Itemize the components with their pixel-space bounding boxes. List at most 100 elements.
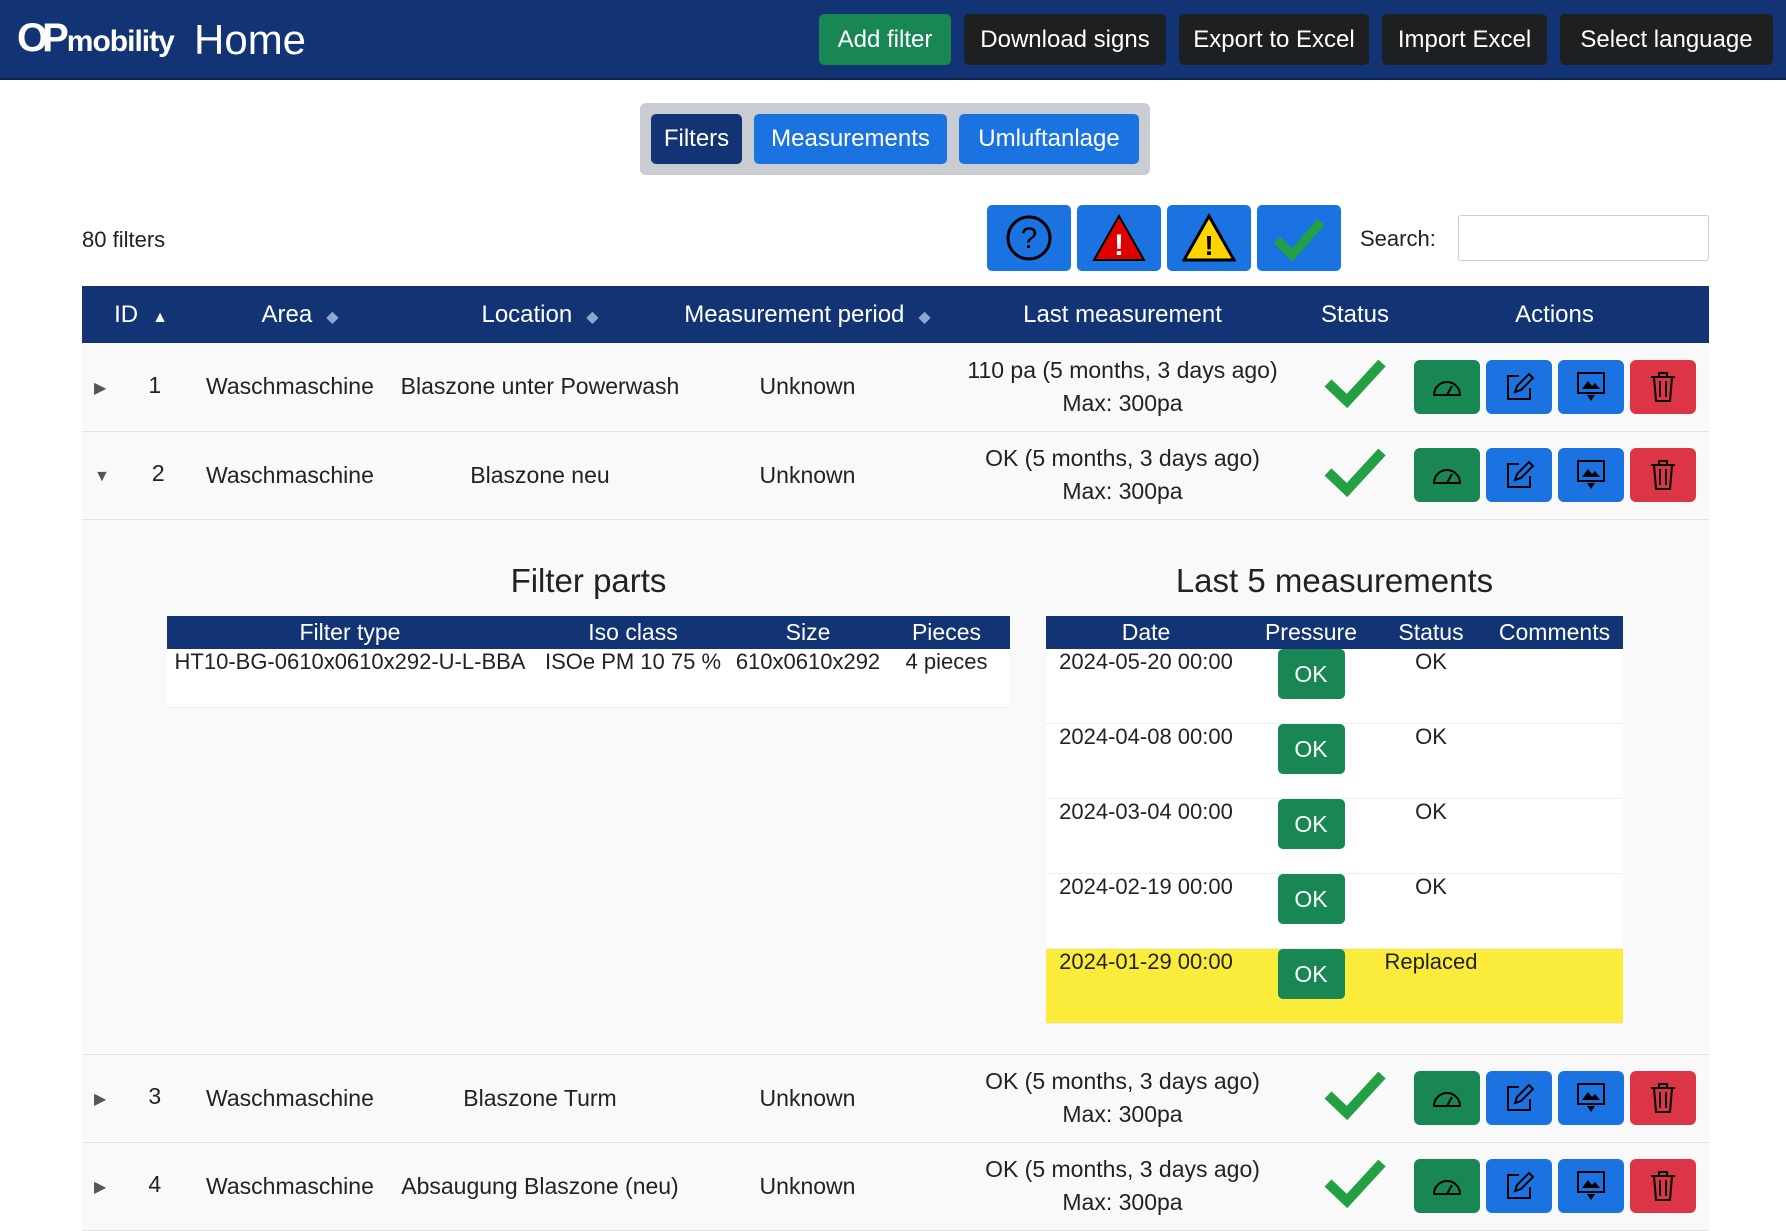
edit-button[interactable] <box>1485 359 1552 414</box>
measurement-date: 2024-01-29 00:00 <box>1046 948 1246 1024</box>
edit-icon <box>1506 1083 1534 1111</box>
tab-umluftanlage[interactable]: Umluftanlage <box>959 114 1139 164</box>
row-location: Absaugung Blaszone (neu) <box>400 1142 680 1231</box>
svg-text:!: ! <box>1204 230 1213 261</box>
pressure-badge: OK <box>1277 874 1345 924</box>
table-row[interactable]: ▶ 4 Waschmaschine Absaugung Blaszone (neu… <box>82 1142 1709 1231</box>
col-actions: Actions <box>1400 286 1709 343</box>
filter-detail: Filter parts Filter type Iso class Size Pie… <box>82 519 1709 1055</box>
tab-measurements[interactable]: Measurements <box>754 114 947 164</box>
trash-icon <box>1650 460 1675 490</box>
parts-row: HT10-BG-0610x0610x292-U-L-BBA ISOe PM 10 … <box>167 648 1010 708</box>
row-period: Unknown <box>680 1054 935 1143</box>
expand-toggle[interactable]: ▶ <box>94 1179 106 1196</box>
image-download-icon <box>1576 1171 1605 1200</box>
download-sign-button[interactable] <box>1557 359 1624 414</box>
filter-ok-button[interactable] <box>1257 205 1341 271</box>
measurement-status: Replaced <box>1376 948 1486 1024</box>
table-row[interactable]: ▼ 2 Waschmaschine Blaszone neu Unknown OK… <box>82 431 1709 520</box>
measure-button[interactable] <box>1413 359 1480 414</box>
table-row[interactable]: ▶ 1 Waschmaschine Blaszone unter Powerwas… <box>82 343 1709 432</box>
row-area: Waschmaschine <box>200 431 400 520</box>
add-filter-button[interactable]: Add filter <box>819 14 951 65</box>
measurement-comments <box>1486 948 1623 1024</box>
view-tabs: Filters Measurements Umluftanlage <box>640 103 1150 175</box>
parts-cell: ISOe PM 10 75 % <box>533 648 733 708</box>
delete-button[interactable] <box>1629 1071 1696 1125</box>
expand-toggle[interactable]: ▶ <box>94 1091 106 1108</box>
pressure-badge: OK <box>1277 724 1345 774</box>
meas-col: Date <box>1046 615 1246 649</box>
download-sign-button[interactable] <box>1557 1071 1624 1125</box>
ok-icon <box>1273 219 1325 262</box>
measurement-comments <box>1486 648 1623 724</box>
edit-button[interactable] <box>1485 448 1552 502</box>
download-sign-button[interactable] <box>1557 1159 1624 1213</box>
edit-icon <box>1506 1171 1534 1199</box>
trash-icon <box>1650 1171 1675 1201</box>
measurements-table: Date Pressure Status Comments 2024-05-20 00:… <box>1046 615 1623 1024</box>
measurement-status: OK <box>1376 798 1486 874</box>
edit-button[interactable] <box>1485 1071 1552 1125</box>
filter-error-button[interactable]: ! <box>1077 205 1161 271</box>
download-sign-button[interactable] <box>1557 448 1624 502</box>
measure-button[interactable] <box>1413 1071 1480 1125</box>
col-period[interactable]: Measurement period ◆ <box>680 286 935 343</box>
help-icon: ? <box>1006 215 1052 261</box>
col-id[interactable]: ID ▲ <box>82 286 200 343</box>
table-row[interactable]: ▶ 3 Waschmaschine Blaszone Turm Unknown O… <box>82 1054 1709 1143</box>
parts-cell: 4 pieces <box>883 648 1010 708</box>
parts-col: Pieces <box>883 615 1010 649</box>
page-title: Home <box>194 16 307 63</box>
measurement-status: OK <box>1376 723 1486 799</box>
filter-unknown-button[interactable]: ? <box>987 205 1071 271</box>
error-icon: ! <box>1092 213 1146 262</box>
warning-icon: ! <box>1182 213 1236 262</box>
parts-col: Filter type <box>167 615 533 649</box>
row-location: Blaszone neu <box>400 431 680 520</box>
export-excel-button[interactable]: Export to Excel <box>1179 14 1369 65</box>
filter-parts-title: Filter parts <box>510 561 667 599</box>
measurement-row: 2024-02-19 00:00 OK OK <box>1046 873 1623 949</box>
row-id: 1 <box>148 371 162 398</box>
row-id: 2 <box>151 460 165 486</box>
meas-col: Comments <box>1486 615 1623 649</box>
measure-button[interactable] <box>1413 1159 1480 1213</box>
meas-col: Status <box>1376 615 1486 649</box>
row-last-measurement: 110 pa (5 months, 3 days ago) <box>967 356 1278 383</box>
pressure-badge: OK <box>1277 799 1345 849</box>
svg-text:!: ! <box>1114 229 1124 262</box>
row-last-measurement: OK (5 months, 3 days ago) <box>985 1156 1260 1182</box>
col-status: Status <box>1310 286 1400 343</box>
edit-button[interactable] <box>1485 1159 1552 1213</box>
row-max: Max: 300pa <box>1062 478 1183 504</box>
filter-warning-button[interactable]: ! <box>1167 205 1251 271</box>
tab-filters[interactable]: Filters <box>651 114 742 164</box>
row-id: 4 <box>148 1171 162 1197</box>
gauge-icon <box>1432 1180 1461 1195</box>
row-max: Max: 300pa <box>1062 389 1183 416</box>
row-last-measurement: OK (5 months, 3 days ago) <box>985 1068 1260 1094</box>
measure-button[interactable] <box>1413 448 1480 502</box>
row-max: Max: 300pa <box>1062 1189 1183 1215</box>
measurement-date: 2024-05-20 00:00 <box>1046 648 1246 724</box>
col-location[interactable]: Location ◆ <box>400 286 680 343</box>
measurement-row: 2024-03-04 00:00 OK OK <box>1046 798 1623 874</box>
gauge-icon <box>1432 380 1461 396</box>
col-area[interactable]: Area ◆ <box>200 286 400 343</box>
collapse-toggle[interactable]: ▼ <box>94 468 110 485</box>
row-location: Blaszone Turm <box>400 1054 680 1143</box>
select-language-button[interactable]: Select language <box>1560 14 1773 65</box>
trash-icon <box>1650 371 1675 402</box>
ok-check-icon <box>1324 1071 1386 1120</box>
expand-toggle[interactable]: ▶ <box>94 380 106 397</box>
search-input[interactable] <box>1458 215 1709 261</box>
delete-button[interactable] <box>1629 1159 1696 1213</box>
filter-count: 80 filters <box>82 227 166 252</box>
delete-button[interactable] <box>1629 448 1696 502</box>
download-signs-button[interactable]: Download signs <box>964 14 1166 65</box>
import-excel-button[interactable]: Import Excel <box>1382 14 1547 65</box>
logo[interactable]: OP mobility <box>17 16 175 61</box>
delete-button[interactable] <box>1629 359 1696 414</box>
last-measurements-title: Last 5 measurements <box>1175 561 1494 599</box>
